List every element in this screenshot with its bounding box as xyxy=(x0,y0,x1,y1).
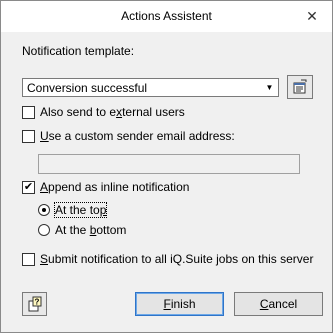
finish-button-label: Finish xyxy=(163,297,196,311)
title-bar: Actions Assistent ✕ xyxy=(1,1,332,32)
cancel-button-label: Cancel xyxy=(259,297,298,311)
custom-sender-email-field[interactable] xyxy=(38,154,300,174)
cancel-button[interactable]: Cancel xyxy=(234,292,323,316)
position-top-radio[interactable] xyxy=(38,204,50,216)
notification-template-select[interactable]: Conversion successful ▼ xyxy=(22,78,279,97)
notification-template-label: Notification template: xyxy=(22,44,135,58)
actions-assistant-dialog: Actions Assistent ✕ Notification templat… xyxy=(0,0,333,333)
help-button[interactable]: ? xyxy=(22,292,47,316)
custom-sender-label[interactable]: Use a custom sender email address: xyxy=(40,129,235,143)
radio-selected-dot xyxy=(42,208,46,212)
position-bottom-label[interactable]: At the bottom xyxy=(55,223,126,237)
position-bottom-radio[interactable] xyxy=(38,224,50,236)
close-icon: ✕ xyxy=(306,7,318,24)
chevron-down-icon[interactable]: ▼ xyxy=(262,80,277,95)
window-title: Actions Assistent xyxy=(121,9,212,23)
close-button[interactable]: ✕ xyxy=(303,7,321,25)
inline-notification-checkbox[interactable]: ✔ xyxy=(22,181,35,194)
submit-all-jobs-checkbox[interactable] xyxy=(22,253,35,266)
submit-all-jobs-label[interactable]: Submit notification to all iQ.Suite jobs… xyxy=(40,252,313,266)
help-icon: ? xyxy=(28,296,41,312)
notification-template-value: Conversion successful xyxy=(27,81,148,95)
position-top-label[interactable]: At the top xyxy=(53,202,108,218)
external-users-label[interactable]: Also send to external users xyxy=(40,105,185,119)
inline-notification-label[interactable]: Append as inline notification xyxy=(40,180,189,194)
external-users-checkbox[interactable] xyxy=(22,106,35,119)
custom-sender-checkbox[interactable] xyxy=(22,130,35,143)
finish-button[interactable]: Finish xyxy=(135,292,224,316)
svg-text:?: ? xyxy=(34,298,39,307)
edit-template-icon xyxy=(293,79,307,94)
edit-template-button[interactable] xyxy=(287,75,313,99)
check-mark-icon: ✔ xyxy=(23,181,34,193)
